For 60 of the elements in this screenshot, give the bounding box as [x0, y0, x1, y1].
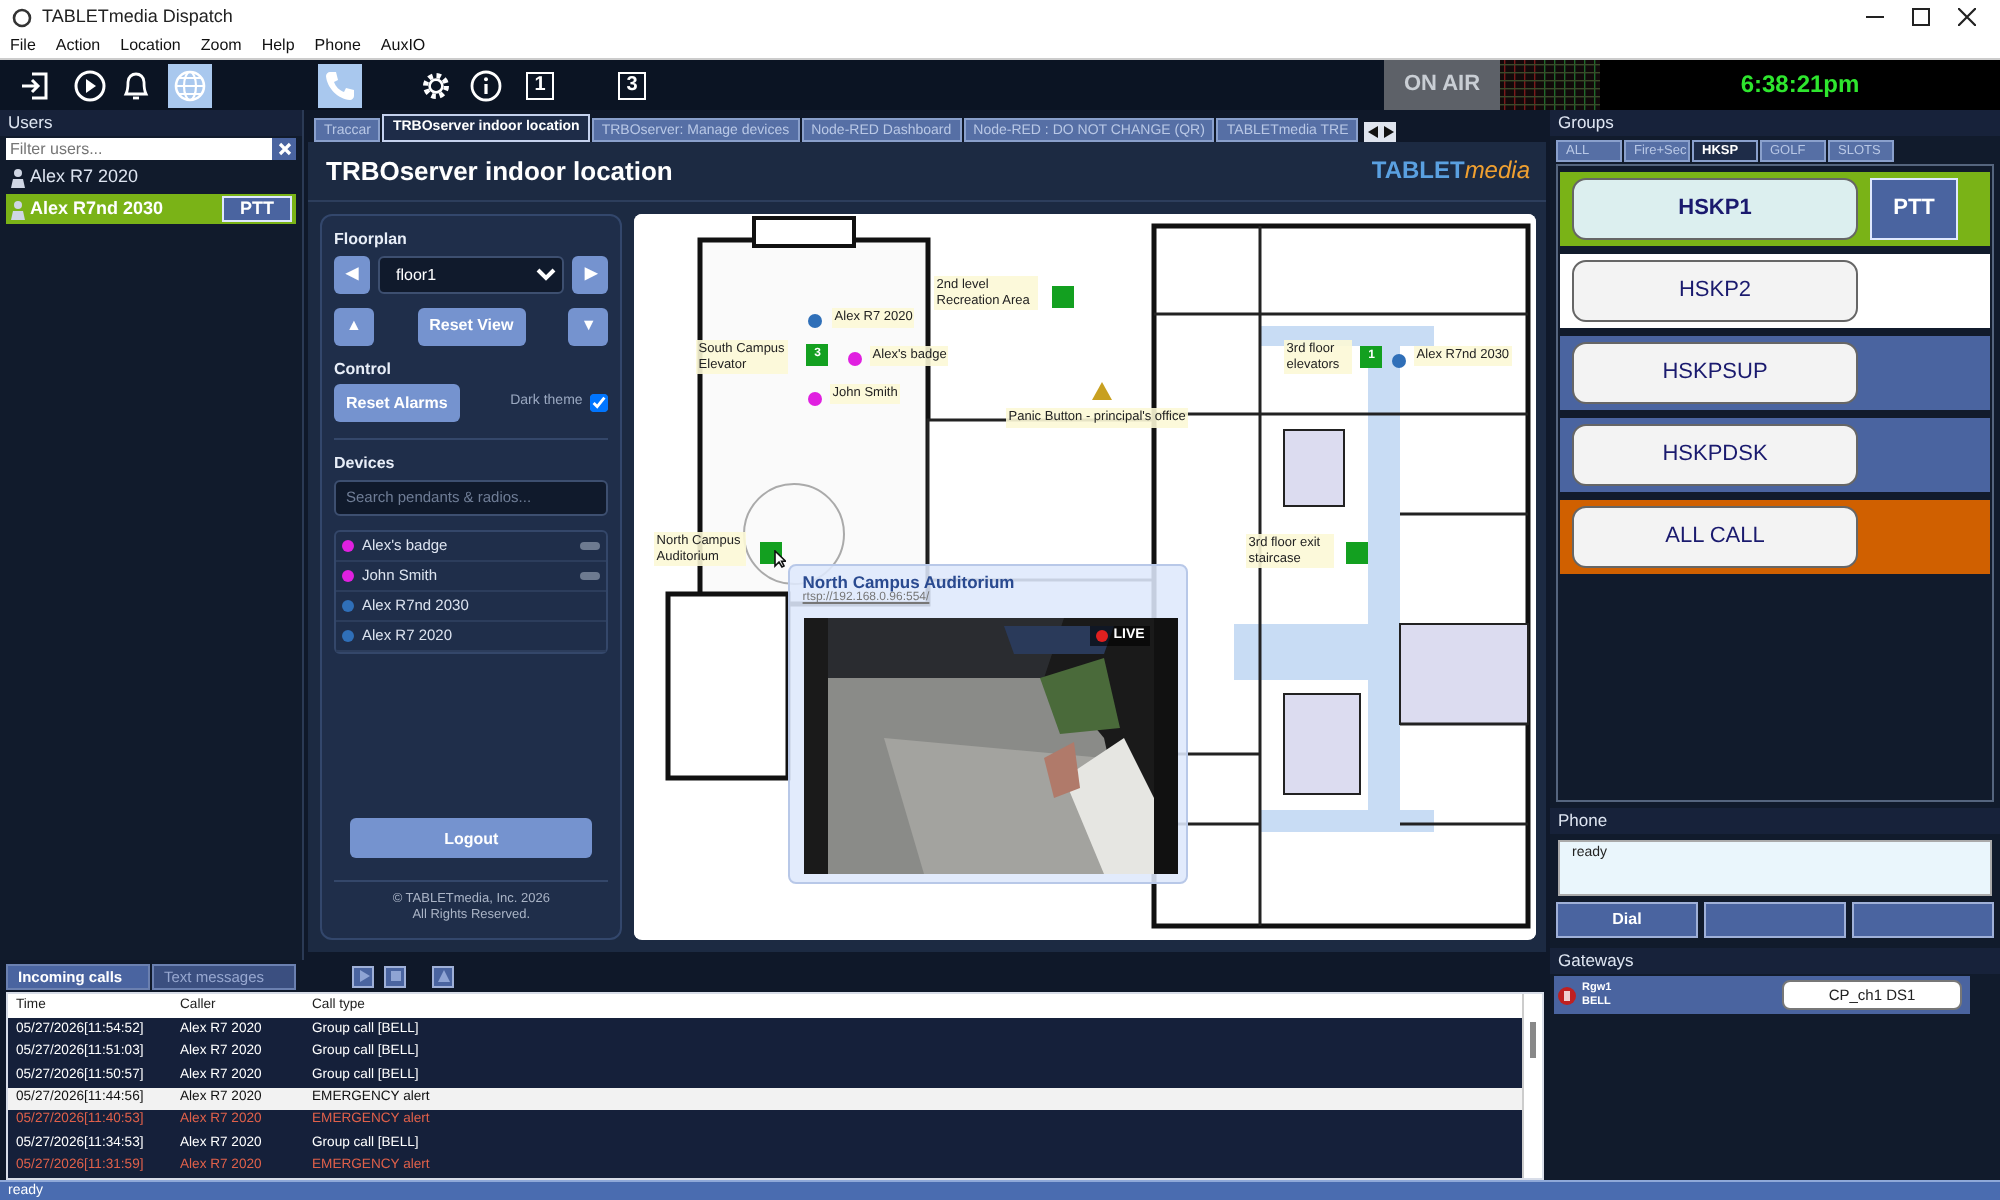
- dark-theme-checkbox[interactable]: [590, 394, 609, 413]
- sign-in-icon[interactable]: [18, 67, 54, 103]
- clock: 6:38:21pm: [1600, 60, 2000, 110]
- page-title: TRBOserver indoor location: [326, 155, 673, 187]
- menu-item[interactable]: Zoom: [200, 36, 242, 56]
- menu-item[interactable]: Help: [261, 36, 295, 56]
- scrollbar[interactable]: [1522, 994, 1542, 1178]
- info-icon[interactable]: [468, 67, 504, 103]
- group-button[interactable]: HSKP1: [1572, 178, 1858, 240]
- filter-field[interactable]: Filter users...: [6, 138, 272, 160]
- group-button[interactable]: ALL CALL: [1572, 506, 1858, 568]
- panel-header: Groups: [1550, 110, 2000, 136]
- app-icon: [12, 7, 32, 27]
- panel-header: Gateways: [1550, 948, 2000, 974]
- panel-header: Phone: [1550, 808, 2000, 834]
- toolbar-button[interactable]: 3: [618, 71, 646, 99]
- panel-header: Users: [0, 110, 302, 136]
- window-title: TABLETmedia Dispatch: [42, 6, 233, 28]
- radio-icon: [1558, 985, 1576, 1005]
- status-pill: [580, 571, 601, 580]
- ptt-button[interactable]: PTT: [222, 196, 292, 222]
- menu-item[interactable]: Phone: [314, 36, 361, 56]
- section-title: Devices: [334, 454, 397, 474]
- group-row[interactable]: HSKP2: [1560, 254, 1990, 328]
- play-icon[interactable]: [72, 67, 108, 103]
- phone-button[interactable]: [1704, 902, 1846, 938]
- bell-icon[interactable]: [118, 67, 154, 103]
- group-row[interactable]: HSKPDSK: [1560, 418, 1990, 492]
- section-title: Control: [334, 359, 393, 379]
- menu-item[interactable]: AuxIO: [380, 36, 426, 56]
- group-row[interactable]: HSKPSUP: [1560, 336, 1990, 410]
- group-row[interactable]: ALL CALL: [1560, 500, 1990, 574]
- clear-button[interactable]: [272, 138, 296, 160]
- group-button[interactable]: HSKPDSK: [1572, 424, 1858, 486]
- person-icon: [10, 167, 26, 187]
- user-name: Alex R7 2020: [30, 166, 139, 188]
- group-button[interactable]: HSKPSUP: [1572, 342, 1858, 404]
- person-icon: [10, 199, 26, 219]
- settings-icon[interactable]: [418, 67, 454, 103]
- user-name: Alex R7nd 2030: [30, 198, 164, 220]
- floor-select[interactable]: floor1: [378, 255, 565, 294]
- group-button[interactable]: HSKP2: [1572, 260, 1858, 322]
- phone-button[interactable]: [1852, 902, 1994, 938]
- toolbar-button[interactable]: 1: [526, 71, 554, 99]
- group-row[interactable]: HSKP1 PTT: [1560, 172, 1990, 246]
- logo: TABLETmedia: [1371, 156, 1530, 186]
- close-icon: [277, 142, 291, 156]
- menu-item[interactable]: Location: [120, 36, 181, 56]
- ptt-button[interactable]: PTT: [1870, 178, 1958, 240]
- section-title: Floorplan: [334, 230, 409, 250]
- menu-item[interactable]: Action: [55, 36, 101, 56]
- maximize-icon[interactable]: [1912, 8, 1930, 26]
- user-row[interactable]: Alex R7nd 2030 PTT: [6, 194, 296, 224]
- status-pill: [580, 541, 601, 550]
- on-air-indicator: ON AIR: [1384, 60, 1500, 110]
- audio-meter: [1500, 60, 1600, 110]
- close-icon[interactable]: [1958, 8, 1976, 26]
- user-row[interactable]: Alex R7 2020: [6, 162, 296, 192]
- menu-item[interactable]: File: [10, 36, 36, 56]
- dial-button[interactable]: Dial: [1556, 902, 1698, 938]
